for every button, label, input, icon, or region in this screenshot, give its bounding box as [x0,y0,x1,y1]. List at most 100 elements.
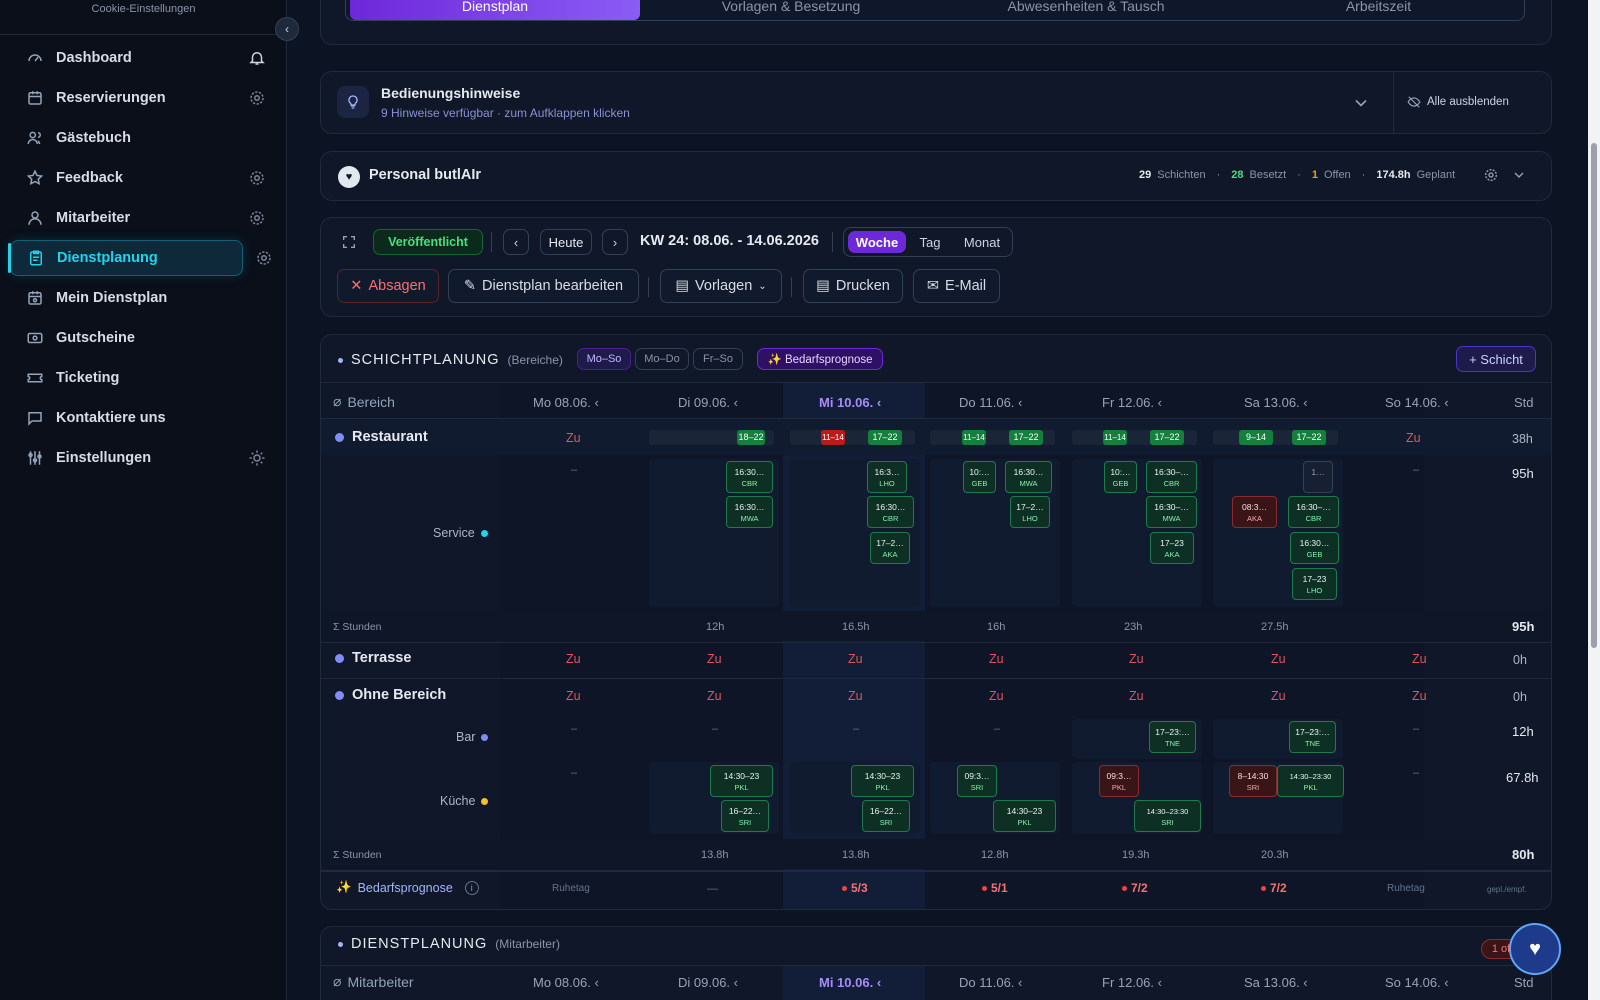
sun-icon[interactable] [248,449,266,467]
shift-bar[interactable]: 11–14 [962,430,986,445]
cookie-settings-link[interactable]: Cookie-Einstellungen [0,3,287,15]
day-header[interactable]: Do 11.06. ‹ [959,395,1022,410]
day-header[interactable]: Fr 12.06. ‹ [1102,395,1162,410]
shift-chip[interactable]: 14:30–23 PKL [710,765,773,797]
sidebar-item-reservierungen[interactable]: Reservierungen [10,80,272,116]
shift-bar[interactable]: 11–14 [821,430,845,445]
sidebar-item-dienstplanung[interactable]: Dienstplanung [8,240,243,276]
shift-chip[interactable]: 16:30… GEB [1290,532,1339,564]
shift-chip[interactable]: 17–2… AKA [870,532,910,564]
shift-bar[interactable]: 17–22 [1150,430,1184,445]
bell-icon[interactable] [248,49,266,67]
day-header[interactable]: Di 09.06. ‹ [678,395,738,410]
info-icon[interactable]: i [464,880,479,895]
shift-bar[interactable]: 18–22 [737,430,765,445]
assistant-avatar-button[interactable]: ♥ [1509,923,1561,975]
sidebar-item-dashboard[interactable]: Dashboard [10,40,272,76]
shift-chip[interactable]: 14:30–23:30 PKL [1277,765,1344,797]
view-week-button[interactable]: Woche [848,231,906,253]
status-badge[interactable]: Veröffentlicht [373,229,483,255]
shift-chip[interactable]: 16:30… CBR [726,461,773,493]
area-terrasse[interactable]: Terrasse [335,650,411,666]
shift-bar[interactable]: 17–22 [1292,430,1326,445]
email-button[interactable]: ✉ E-Mail [913,269,1000,303]
area-restaurant[interactable]: Restaurant [335,429,428,445]
fullscreen-icon[interactable] [341,234,357,255]
print-button[interactable]: ▤ Drucken [803,269,903,303]
shift-chip[interactable]: 16:30–… MWA [1146,496,1197,528]
sidebar-item-gaestebuch[interactable]: Gästebuch [10,120,272,156]
gear-icon[interactable] [248,89,266,107]
shift-chip[interactable]: 16–22… SRI [721,800,769,832]
shift-chip[interactable]: 14:30–23:30 SRI [1134,800,1201,832]
shift-chip[interactable]: 17–23 AKA [1150,532,1194,564]
gear-icon[interactable] [255,249,273,267]
view-day-button[interactable]: Tag [910,231,950,253]
filter-mo-do[interactable]: Mo–Do [635,348,689,370]
day-header[interactable]: Do 11.06. ‹ [959,975,1022,990]
day-header-today[interactable]: Mi 10.06. ‹ [819,395,881,410]
day-header[interactable]: So 14.06. ‹ [1385,395,1449,410]
gear-icon[interactable] [248,209,266,227]
gear-icon[interactable] [1483,167,1499,188]
area-kueche[interactable]: Küche [440,794,489,808]
chevron-down-icon[interactable] [1351,93,1371,113]
cancel-button[interactable]: ✕ Absagen [337,269,439,303]
next-week-button[interactable]: › [602,229,628,255]
shift-chip[interactable]: 10:… GEB [963,461,996,493]
filter-mo-so[interactable]: Mo–So [577,348,631,370]
sidebar-item-gutscheine[interactable]: Gutscheine [10,320,272,356]
sidebar-item-einstellungen[interactable]: Einstellungen [10,440,272,476]
shift-chip[interactable]: 17–23:… TNE [1289,721,1336,753]
tab-arbeitszeit[interactable]: Arbeitszeit [1236,0,1521,20]
shift-chip[interactable]: 14:30–23 PKL [993,800,1056,832]
day-header-today[interactable]: Mi 10.06. ‹ [819,975,881,990]
add-shift-button[interactable]: + Schicht [1456,346,1536,372]
scrollbar-thumb[interactable] [1591,143,1597,648]
sidebar-item-feedback[interactable]: Feedback [10,160,272,196]
hide-all-button[interactable]: Alle ausblenden [1407,95,1509,109]
area-service[interactable]: Service [433,526,488,540]
sidebar-collapse-button[interactable]: ‹ [275,17,299,41]
shift-chip[interactable]: 16:30… CBR [867,496,914,528]
day-header[interactable]: Fr 12.06. ‹ [1102,975,1162,990]
edit-plan-button[interactable]: ✎ Dienstplan bearbeiten [448,269,639,303]
gear-icon[interactable] [248,169,266,187]
shift-chip-conflict[interactable]: 08:3… AKA [1232,496,1277,528]
today-button[interactable]: Heute [540,229,592,255]
shift-chip[interactable]: 17–23 LHO [1292,568,1337,600]
day-header[interactable]: So 14.06. ‹ [1385,975,1449,990]
tab-abwesenheiten[interactable]: Abwesenheiten & Tausch [941,0,1231,20]
shift-chip[interactable]: 16:30–… CBR [1288,496,1339,528]
day-header[interactable]: Mo 08.06. ‹ [533,975,599,990]
chevron-down-icon[interactable] [1511,167,1527,188]
shift-chip[interactable]: 09:3… SRI [957,765,997,797]
shift-chip-conflict[interactable]: 09:3… PKL [1099,765,1139,797]
sidebar-item-mein-dienstplan[interactable]: Mein Dienstplan [10,280,272,316]
view-month-button[interactable]: Monat [954,231,1010,253]
prev-week-button[interactable]: ‹ [503,229,529,255]
sidebar-item-kontakt[interactable]: Kontaktiere uns [10,400,272,436]
shift-chip[interactable]: 17–23:… TNE [1149,721,1196,753]
tab-vorlagen[interactable]: Vorlagen & Besetzung [646,0,936,20]
area-ohne-bereich[interactable]: Ohne Bereich [335,687,446,703]
day-header[interactable]: Sa 13.06. ‹ [1244,975,1308,990]
shift-chip[interactable]: 16–22… SRI [862,800,910,832]
filter-fr-so[interactable]: Fr–So [693,348,743,370]
day-header[interactable]: Di 09.06. ‹ [678,975,738,990]
templates-button[interactable]: ▤ Vorlagen ⌄ [660,269,782,303]
shift-chip[interactable]: 16:30… MWA [726,496,773,528]
shift-bar[interactable]: 11–14 [1103,430,1127,445]
forecast-row-label[interactable]: ✨ Bedarfsprognose i [336,880,479,895]
sidebar-item-ticketing[interactable]: Ticketing [10,360,272,396]
shift-chip-conflict[interactable]: 8–14:30 SRI [1229,765,1277,797]
sidebar-item-mitarbeiter[interactable]: Mitarbeiter [10,200,272,236]
shift-chip[interactable]: 16:3… LHO [867,461,907,493]
shift-chip[interactable]: 16:30–… CBR [1146,461,1197,493]
shift-chip-open[interactable]: 1… [1303,461,1333,493]
area-bar[interactable]: Bar [456,730,489,744]
shift-chip[interactable]: 16:30… MWA [1005,461,1052,493]
shift-bar[interactable]: 17–22 [1009,430,1043,445]
day-header[interactable]: Sa 13.06. ‹ [1244,395,1308,410]
shift-chip[interactable]: 14:30–23 PKL [851,765,914,797]
